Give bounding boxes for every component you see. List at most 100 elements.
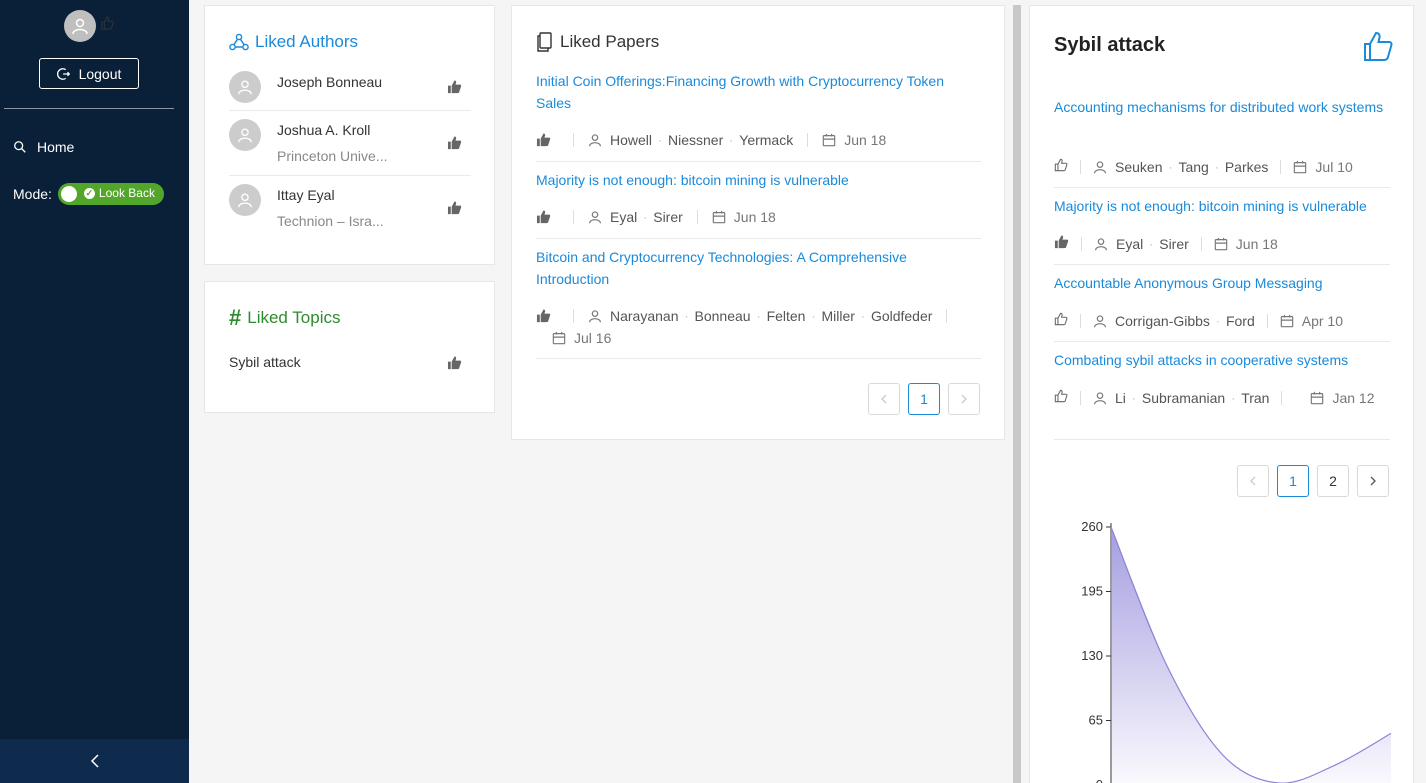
author-link[interactable]: Sirer: [1159, 236, 1189, 252]
paper-date: Jul 16: [552, 330, 611, 346]
paper-title-link[interactable]: Bitcoin and Cryptocurrency Technologies:…: [536, 246, 981, 290]
like-button[interactable]: [1054, 158, 1068, 175]
author-row[interactable]: Ittay Eyal Technion – Isra...: [229, 177, 471, 239]
paper-title-link[interactable]: Majority is not enough: bitcoin mining i…: [536, 169, 981, 191]
chevron-right-icon: [1370, 476, 1376, 486]
like-button[interactable]: [1054, 389, 1068, 406]
like-button[interactable]: [1054, 235, 1069, 252]
author-link[interactable]: Parkes: [1225, 159, 1269, 175]
topic-paper-title-link[interactable]: Majority is not enough: bitcoin mining i…: [1054, 195, 1390, 217]
mode-row: Mode: ✓ Look Back: [13, 183, 164, 205]
author-link[interactable]: Bonneau: [695, 308, 751, 324]
paper-authors: Corrigan-Gibbs · Ford: [1093, 313, 1255, 329]
paper-date: Jan 12: [1310, 389, 1375, 406]
author-link[interactable]: Miller: [821, 308, 854, 324]
pagination-prev[interactable]: [1237, 465, 1269, 497]
date-text: Jul 16: [574, 330, 612, 346]
author-link[interactable]: Goldfeder: [871, 308, 932, 324]
topic-paper-title-link[interactable]: Accountable Anonymous Group Messaging: [1054, 272, 1390, 294]
thumb-up-outline-icon: [1054, 158, 1068, 172]
divider: [1054, 187, 1390, 188]
topic-detail-panel: Sybil attack Accounting mechanisms for d…: [1029, 5, 1414, 783]
thumb-up-icon: [100, 16, 114, 33]
author-link[interactable]: Yermack: [739, 132, 793, 148]
like-button[interactable]: [1054, 312, 1068, 329]
like-button[interactable]: [536, 133, 559, 147]
date-text: Jun 18: [844, 132, 887, 148]
author-link[interactable]: Li: [1115, 390, 1126, 406]
paper-date: Jun 18: [712, 209, 776, 225]
date-text: Jul 10: [1315, 158, 1353, 175]
thumb-up-filled-icon[interactable]: [447, 356, 462, 373]
pagination-page[interactable]: 2: [1317, 465, 1349, 497]
paper-title-link[interactable]: Initial Coin Offerings:Financing Growth …: [536, 70, 981, 114]
calendar-icon: [552, 331, 566, 345]
liked-authors-label: Liked Authors: [255, 32, 359, 51]
topic-pagination: 1 2: [1237, 465, 1389, 497]
author-link[interactable]: Tang: [1178, 159, 1208, 175]
paper-authors: Eyal · Sirer: [588, 209, 683, 225]
thumb-up-filled-icon[interactable]: [447, 136, 462, 153]
author-affiliation: Princeton Unive...: [277, 148, 388, 164]
divider: [536, 238, 981, 239]
logout-icon: [56, 67, 70, 80]
author-row[interactable]: Joshua A. Kroll Princeton Unive...: [229, 112, 471, 176]
y-tick-label: 260: [1081, 519, 1103, 534]
look-back-toggle[interactable]: ✓ Look Back: [57, 183, 164, 205]
avatar: [229, 119, 261, 151]
author-link[interactable]: Eyal: [610, 209, 637, 225]
user-avatar[interactable]: [64, 10, 96, 42]
logout-button[interactable]: Logout: [39, 58, 139, 89]
toggle-text: Look Back: [98, 186, 155, 200]
pagination-next[interactable]: [948, 383, 980, 415]
like-button[interactable]: [536, 309, 559, 323]
topic-title: Sybil attack: [1054, 34, 1166, 56]
paper-date: Jun 18: [1214, 236, 1278, 252]
author-link[interactable]: Niessner: [668, 132, 723, 148]
author-link[interactable]: Tran: [1241, 390, 1269, 406]
author-link[interactable]: Eyal: [1116, 236, 1143, 252]
check-circle-icon: ✓: [83, 187, 95, 199]
author-name[interactable]: Joshua A. Kroll: [277, 122, 370, 138]
paper-authors: Li · Subramanian · Tran: [1093, 390, 1269, 406]
author-link[interactable]: Narayanan: [610, 308, 679, 324]
author-link[interactable]: Ford: [1226, 313, 1255, 329]
author-link[interactable]: Sirer: [653, 209, 683, 225]
paper-date: Jun 18: [822, 132, 886, 148]
author-name[interactable]: Joseph Bonneau: [277, 74, 382, 90]
user-icon: [238, 128, 252, 143]
date-text: Jun 18: [1235, 235, 1278, 252]
sidebar-divider: [4, 108, 174, 109]
author-link[interactable]: Howell: [610, 132, 652, 148]
nav-item-home[interactable]: Home: [13, 139, 74, 155]
calendar-icon: [822, 133, 836, 147]
liked-topics-label: Liked Topics: [247, 308, 341, 327]
thumb-up-icon[interactable]: [1362, 31, 1394, 66]
pagination-next[interactable]: [1357, 465, 1389, 497]
author-row[interactable]: Joseph Bonneau: [229, 70, 471, 111]
like-button[interactable]: [536, 210, 559, 224]
sidebar-collapse-button[interactable]: [0, 739, 189, 783]
divider: [536, 358, 981, 359]
pagination-page[interactable]: 1: [1277, 465, 1309, 497]
author-link[interactable]: Seuken: [1115, 159, 1162, 175]
liked-topics-title: # Liked Topics: [229, 307, 341, 329]
avatar: [229, 71, 261, 103]
author-name[interactable]: Ittay Eyal: [277, 187, 335, 203]
thumb-up-filled-icon: [536, 210, 551, 224]
pagination-page[interactable]: 1: [908, 383, 940, 415]
author-link[interactable]: Corrigan-Gibbs: [1115, 313, 1210, 329]
search-icon: [14, 141, 26, 153]
panel-splitter[interactable]: [1013, 5, 1021, 783]
thumb-up-filled-icon[interactable]: [447, 201, 462, 218]
topic-paper-title-link[interactable]: Combating sybil attacks in cooperative s…: [1054, 349, 1390, 371]
topic-item[interactable]: Sybil attack: [229, 354, 301, 370]
thumb-up-filled-icon: [536, 309, 551, 323]
date-text: Jan 12: [1332, 389, 1375, 406]
pagination-prev[interactable]: [868, 383, 900, 415]
user-icon: [1093, 160, 1107, 173]
author-link[interactable]: Felten: [767, 308, 806, 324]
author-link[interactable]: Subramanian: [1142, 390, 1225, 406]
thumb-up-filled-icon[interactable]: [447, 80, 462, 97]
topic-paper-title-link[interactable]: Accounting mechanisms for distributed wo…: [1054, 96, 1390, 118]
